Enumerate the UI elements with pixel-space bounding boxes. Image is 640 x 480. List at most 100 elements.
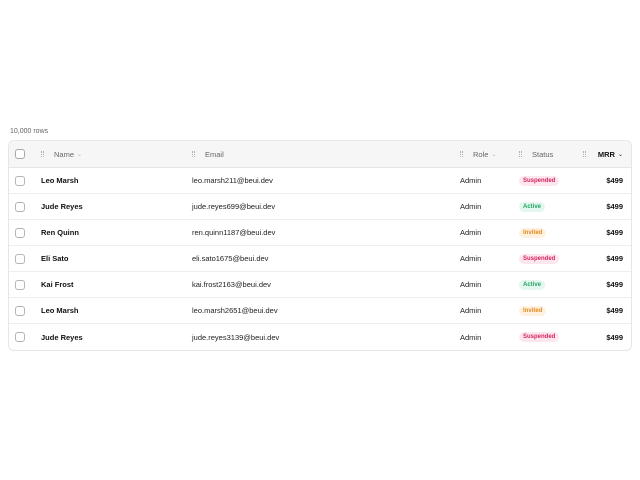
table-row[interactable]: Jude Reyes jude.reyes699@beui.dev Admin Act…: [9, 194, 631, 220]
row-select-checkbox[interactable]: [15, 253, 25, 264]
name-cell: Leo Marsh: [41, 298, 191, 323]
column-header-email[interactable]: Email: [192, 141, 452, 167]
email-cell: leo.marsh211@beui.dev: [192, 168, 452, 193]
row-select-cell: [15, 324, 27, 350]
status-badge: Suspended: [519, 175, 560, 186]
row-select-cell: [15, 298, 27, 323]
drag-handle-icon[interactable]: [192, 151, 195, 157]
row-select-checkbox[interactable]: [15, 227, 25, 238]
user-role: Admin: [460, 202, 482, 211]
row-count-label: 10,000 rows: [10, 128, 49, 135]
row-select-checkbox[interactable]: [15, 201, 25, 212]
column-header-role[interactable]: Role ⌄: [460, 141, 510, 167]
mrr-cell: $499: [583, 194, 623, 219]
user-email: jude.reyes699@beui.dev: [192, 202, 276, 211]
name-cell: Jude Reyes: [41, 194, 191, 219]
user-role: Admin: [460, 306, 482, 315]
user-email: leo.marsh211@beui.dev: [192, 176, 273, 185]
role-cell: Admin: [460, 272, 510, 297]
table-row[interactable]: Jude Reyes jude.reyes3139@beui.dev Admin Su…: [9, 324, 631, 350]
column-label-role: Role: [473, 149, 489, 159]
user-name: Leo Marsh: [41, 306, 79, 315]
status-badge: Invited: [519, 305, 547, 316]
email-cell: jude.reyes3139@beui.dev: [192, 324, 452, 350]
row-select-cell: [15, 246, 27, 271]
email-cell: jude.reyes699@beui.dev: [192, 194, 452, 219]
status-cell: Suspended: [519, 168, 589, 193]
mrr-cell: $499: [583, 168, 623, 193]
user-email: jude.reyes3139@beui.dev: [192, 332, 280, 342]
email-cell: leo.marsh2651@beui.dev: [192, 298, 452, 323]
user-role: Admin: [460, 332, 482, 342]
sort-descending-icon: ⌄: [617, 151, 623, 158]
user-email: ren.quinn1187@beui.dev: [192, 228, 276, 237]
row-select-checkbox[interactable]: [15, 175, 25, 186]
select-all-cell: [15, 141, 27, 167]
name-cell: Leo Marsh: [41, 168, 191, 193]
table-row[interactable]: Ren Quinn ren.quinn1187@beui.dev Admin Invi…: [9, 220, 631, 246]
row-select-cell: [15, 168, 27, 193]
status-cell: Active: [519, 194, 589, 219]
table-row[interactable]: Eli Sato eli.sato1675@beui.dev Admin Suspen…: [9, 246, 631, 272]
mrr-value: $499: [606, 254, 623, 263]
table-header-row: Name ⌄ Email Role ⌄ Status MRR ⌄: [9, 141, 631, 168]
mrr-value: $499: [606, 332, 623, 342]
column-label-name: Name: [54, 149, 75, 159]
email-cell: kai.frost2163@beui.dev: [192, 272, 452, 297]
drag-handle-icon[interactable]: [460, 151, 463, 157]
user-name: Leo Marsh: [41, 176, 79, 185]
user-name: Jude Reyes: [41, 332, 83, 342]
status-badge: Active: [519, 201, 546, 212]
table-row[interactable]: Leo Marsh leo.marsh211@beui.dev Admin Suspe…: [9, 168, 631, 194]
mrr-cell: $499: [583, 246, 623, 271]
name-cell: Jude Reyes: [41, 324, 191, 350]
status-badge: Suspended: [519, 332, 560, 342]
row-select-checkbox[interactable]: [15, 332, 25, 342]
sort-chevron-icon: ⌄: [491, 151, 497, 158]
role-cell: Admin: [460, 246, 510, 271]
status-cell: Suspended: [519, 246, 589, 271]
row-select-cell: [15, 220, 27, 245]
row-select-checkbox[interactable]: [15, 279, 25, 290]
table-body: Leo Marsh leo.marsh211@beui.dev Admin Suspe…: [9, 168, 631, 350]
status-badge: Suspended: [519, 253, 560, 264]
mrr-value: $499: [606, 306, 623, 315]
name-cell: Kai Frost: [41, 272, 191, 297]
user-name: Kai Frost: [41, 280, 74, 289]
email-cell: ren.quinn1187@beui.dev: [192, 220, 452, 245]
status-cell: Invited: [519, 298, 589, 323]
user-role: Admin: [460, 280, 482, 289]
mrr-cell: $499: [583, 220, 623, 245]
mrr-cell: $499: [583, 272, 623, 297]
row-select-cell: [15, 272, 27, 297]
user-email: kai.frost2163@beui.dev: [192, 280, 271, 289]
mrr-value: $499: [606, 228, 623, 237]
role-cell: Admin: [460, 298, 510, 323]
select-all-checkbox[interactable]: [15, 149, 25, 159]
role-cell: Admin: [460, 324, 510, 350]
row-select-checkbox[interactable]: [15, 305, 25, 316]
column-label-mrr: MRR: [597, 149, 615, 159]
status-badge: Active: [519, 279, 546, 290]
user-role: Admin: [460, 228, 482, 237]
mrr-cell: $499: [583, 324, 623, 350]
user-name: Jude Reyes: [41, 202, 83, 211]
role-cell: Admin: [460, 220, 510, 245]
table-row[interactable]: Kai Frost kai.frost2163@beui.dev Admin Acti…: [9, 272, 631, 298]
status-cell: Active: [519, 272, 589, 297]
mrr-value: $499: [606, 202, 623, 211]
name-cell: Ren Quinn: [41, 220, 191, 245]
user-email: leo.marsh2651@beui.dev: [192, 306, 278, 315]
role-cell: Admin: [460, 168, 510, 193]
drag-handle-icon[interactable]: [582, 151, 586, 157]
sort-chevron-icon: ⌄: [77, 151, 83, 158]
column-header-name[interactable]: Name ⌄: [41, 141, 191, 167]
user-name: Ren Quinn: [41, 228, 79, 237]
drag-handle-icon[interactable]: [41, 151, 44, 157]
drag-handle-icon[interactable]: [519, 151, 522, 157]
column-header-mrr[interactable]: MRR ⌄: [563, 141, 623, 167]
table-row[interactable]: Leo Marsh leo.marsh2651@beui.dev Admin Invi…: [9, 298, 631, 324]
row-select-cell: [15, 194, 27, 219]
mrr-value: $499: [606, 176, 623, 185]
column-label-status: Status: [532, 149, 554, 159]
